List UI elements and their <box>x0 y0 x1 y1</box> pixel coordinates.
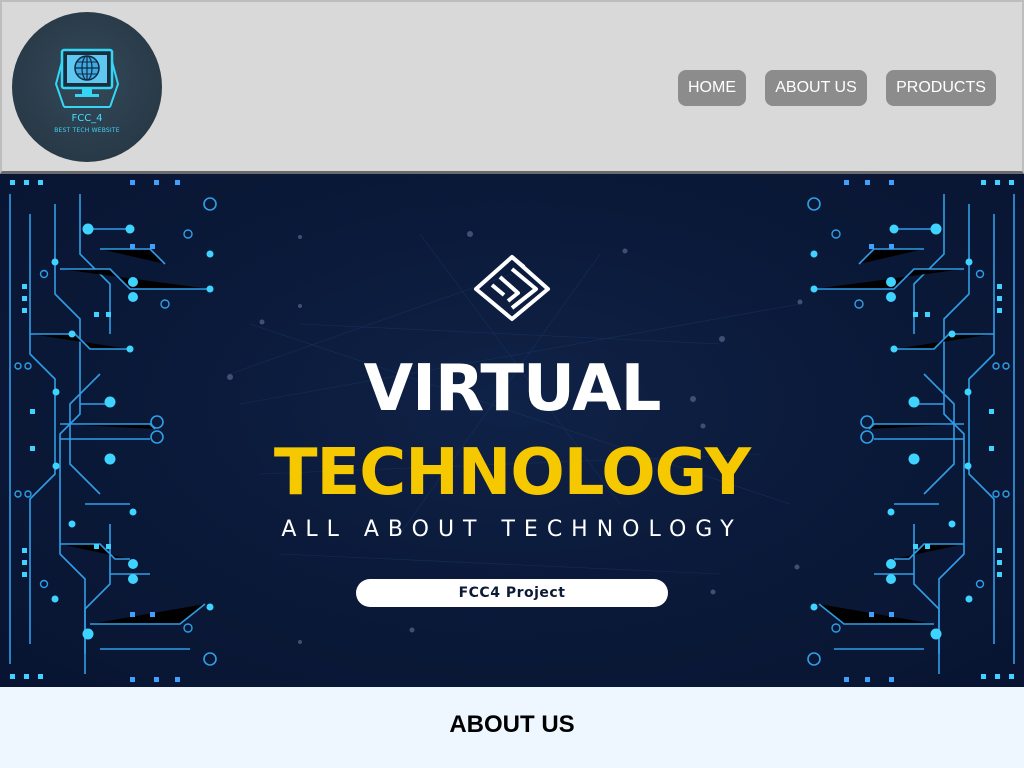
nav-products-button[interactable]: PRODUCTS <box>886 70 996 106</box>
monitor-globe-icon <box>54 48 120 108</box>
hero-title-technology: TECHNOLOGY <box>273 436 751 510</box>
logo-subtitle: BEST TECH WEBSITE <box>54 127 120 134</box>
project-badge: FCC4 Project <box>356 579 668 607</box>
site-logo[interactable]: FCC_4 BEST TECH WEBSITE <box>12 12 162 162</box>
hero-title-virtual: VIRTUAL <box>363 352 662 426</box>
about-us-section: ABOUT US <box>0 687 1024 768</box>
nav-home-button[interactable]: HOME <box>678 70 746 106</box>
logo-title: FCC_4 <box>71 113 103 124</box>
circuit-chip-icon <box>474 255 550 321</box>
nav-about-us-button[interactable]: ABOUT US <box>765 70 867 106</box>
hero-subtitle: ALL ABOUT TECHNOLOGY <box>281 517 743 542</box>
about-us-heading: ABOUT US <box>449 711 575 738</box>
hero-banner: VIRTUAL TECHNOLOGY ALL ABOUT TECHNOLOGY … <box>0 174 1024 687</box>
circuit-board-background <box>9 179 1015 683</box>
site-header: FCC_4 BEST TECH WEBSITE HOME ABOUT US PR… <box>0 0 1024 174</box>
